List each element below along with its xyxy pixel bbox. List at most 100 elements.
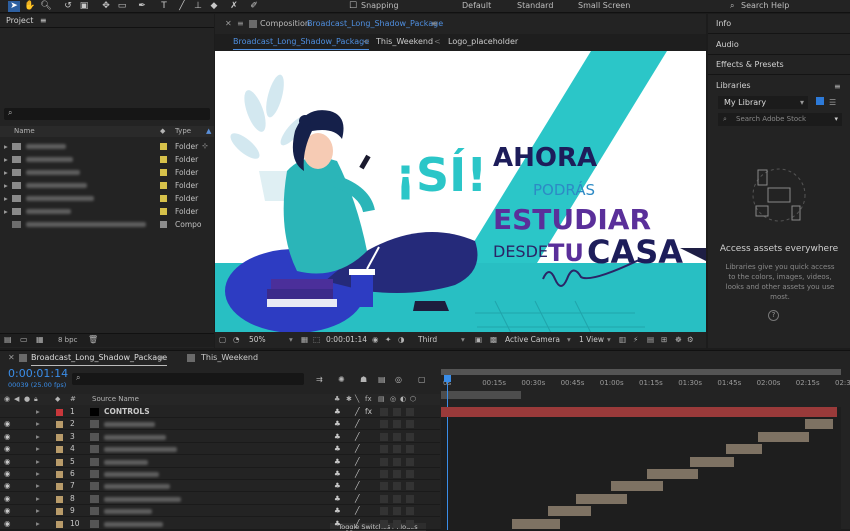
switch-box[interactable] <box>406 445 414 454</box>
selection-tool-icon[interactable]: ➤ <box>8 1 20 12</box>
switch-box[interactable] <box>406 519 414 528</box>
view-layout-dropdown[interactable]: 1 View <box>579 332 604 348</box>
layer-label-swatch[interactable] <box>56 471 63 478</box>
eye-icon[interactable]: ◉ <box>4 493 11 505</box>
puppet-tool-icon[interactable]: ✐ <box>248 1 260 12</box>
switch-box[interactable] <box>406 507 414 516</box>
frame-blending-icon[interactable]: ▤ <box>378 375 386 384</box>
hide-shy-icon[interactable]: ☗ <box>360 375 367 384</box>
snapping-checkbox[interactable]: ☐ <box>348 1 358 12</box>
expand-arrow-icon[interactable]: ▸ <box>36 456 40 468</box>
interpret-footage-icon[interactable]: ▤ <box>4 335 12 344</box>
switch-box[interactable] <box>380 494 388 503</box>
eye-icon[interactable]: ◉ <box>4 431 11 443</box>
shy-switch-icon[interactable]: ♣ <box>334 443 341 455</box>
switch-box[interactable] <box>406 457 414 466</box>
workspace-default[interactable]: Default <box>462 1 491 10</box>
expand-arrow-icon[interactable]: ▸ <box>36 406 40 418</box>
layer-label-swatch[interactable] <box>56 446 63 454</box>
source-name-header[interactable]: Source Name <box>92 394 139 405</box>
switch-box[interactable] <box>380 482 388 491</box>
expand-arrow-icon[interactable]: ▸ <box>4 192 8 205</box>
layer-label-swatch[interactable] <box>56 433 63 441</box>
layer-duration-bar[interactable] <box>547 506 592 517</box>
comp-viewer[interactable]: ¡SÍ! AHORA PODRÁS ESTUDIAR DESDE TU CASA <box>215 51 706 343</box>
hand-tool-icon[interactable]: ✋ <box>24 1 36 12</box>
layer-duration-bar[interactable] <box>646 469 699 479</box>
quality-switch-icon[interactable]: ╱ <box>355 456 360 468</box>
time-ruler[interactable]: 0s00:15s00:30s00:45s01:00s01:15s01:30s01… <box>441 377 850 391</box>
layer-row[interactable]: ◉ ▸ 4 ♣ ╱ <box>0 443 440 456</box>
fx-switch-icon[interactable]: fx <box>365 406 372 418</box>
close-icon[interactable]: ✕ <box>8 351 15 365</box>
transparency-grid-icon[interactable]: ▩ <box>490 332 497 348</box>
label-color-swatch[interactable] <box>160 156 167 163</box>
comp-mini-flowchart-icon[interactable]: ⇉ <box>316 375 323 384</box>
grid-view-icon[interactable] <box>816 97 824 105</box>
stock-search-input[interactable]: ⌕ Search Adobe Stock ▾ <box>718 113 842 126</box>
panel-menu-icon[interactable]: ≡ <box>40 16 47 25</box>
quality-switch-icon[interactable]: ╱ <box>355 480 360 492</box>
panel-menu-icon[interactable]: ≡ <box>237 14 244 34</box>
layer-duration-bar[interactable] <box>611 481 663 492</box>
track-area[interactable] <box>441 407 841 530</box>
layer-row[interactable]: ◉ ▸ 9 ♣ ╱ <box>0 505 440 518</box>
layer-duration-bar[interactable] <box>726 444 762 455</box>
flowchart-icon[interactable]: ⊹ <box>202 140 208 153</box>
expand-arrow-icon[interactable]: ▸ <box>36 480 40 492</box>
name-column-header[interactable]: Name <box>14 126 35 137</box>
switch-box[interactable] <box>380 519 388 528</box>
eraser-tool-icon[interactable]: ◆ <box>208 1 220 12</box>
eye-icon[interactable]: ◉ <box>4 443 11 455</box>
camera-tool-icon[interactable]: ▣ <box>78 1 90 12</box>
eye-icon[interactable]: ◉ <box>4 480 11 492</box>
expand-arrow-icon[interactable]: ▸ <box>4 140 8 153</box>
comp-tab-this-weekend[interactable]: This_Weekend <box>376 35 433 49</box>
rectangle-tool-icon[interactable]: ▭ <box>116 1 128 12</box>
layer-row[interactable]: ◉ ▸ 2 ♣ ╱ <box>0 418 440 431</box>
zoom-tool-icon[interactable]: 🔍︎ <box>40 1 52 12</box>
delete-icon[interactable]: 🗑︎ <box>88 335 98 344</box>
quality-switch-icon[interactable]: ╱ <box>355 406 360 418</box>
comp-menu-icon[interactable]: ≡ <box>431 14 438 34</box>
work-area-bar[interactable] <box>441 369 841 375</box>
safe-area-icon[interactable]: ⬚ <box>313 332 320 348</box>
switch-box[interactable] <box>406 420 414 429</box>
workspace-small-screen[interactable]: Small Screen <box>578 1 630 10</box>
project-item[interactable]: ▸ Folder ⊹ <box>0 140 214 153</box>
library-dropdown[interactable]: My Library ▾ <box>718 96 808 109</box>
shy-switch-icon[interactable]: ♣ <box>334 456 341 468</box>
switch-box[interactable] <box>393 482 401 491</box>
resolution-dropdown[interactable]: Third <box>418 332 437 348</box>
reset-exposure-icon[interactable]: ⚙ <box>687 332 694 348</box>
quality-switch-icon[interactable]: ╱ <box>355 468 360 480</box>
camera-dropdown[interactable]: Active Camera <box>505 332 560 348</box>
playhead[interactable] <box>447 375 448 530</box>
draft-3d-icon[interactable]: ✺ <box>338 375 345 384</box>
switch-box[interactable] <box>406 408 414 416</box>
expand-arrow-icon[interactable]: ▸ <box>4 153 8 166</box>
project-item[interactable]: ▸ Folder <box>0 192 214 205</box>
libraries-menu-icon[interactable]: ≡ <box>834 82 841 91</box>
project-item[interactable]: ▸ Folder <box>0 205 214 218</box>
expand-arrow-icon[interactable]: ▸ <box>36 431 40 443</box>
shy-switch-icon[interactable]: ♣ <box>334 518 341 530</box>
help-icon[interactable]: ? <box>768 310 779 321</box>
new-folder-icon[interactable]: ▭ <box>20 335 28 344</box>
timeline-icon[interactable]: ▤ <box>647 332 654 348</box>
quality-switch-icon[interactable]: ╱ <box>355 493 360 505</box>
layer-row[interactable]: ◉ ▸ 8 ♣ ╱ <box>0 493 440 505</box>
label-color-swatch[interactable] <box>160 221 167 228</box>
roto-brush-tool-icon[interactable]: ✗ <box>228 1 240 12</box>
label-color-swatch[interactable] <box>160 208 167 215</box>
timeline-tab-this-weekend[interactable]: This_Weekend <box>201 351 258 365</box>
fast-preview-icon[interactable]: ⚡ <box>633 332 638 348</box>
eye-icon[interactable]: ◉ <box>4 456 11 468</box>
quality-switch-icon[interactable]: ╱ <box>355 518 360 530</box>
shy-switch-icon[interactable]: ♣ <box>334 431 341 443</box>
search-help-input[interactable]: Search Help <box>741 1 789 10</box>
graph-editor-icon[interactable]: ▢ <box>418 375 426 384</box>
layer-duration-bar[interactable] <box>575 493 628 504</box>
layer-label-swatch[interactable] <box>56 483 63 491</box>
mask-icon[interactable]: ◔ <box>233 332 240 348</box>
